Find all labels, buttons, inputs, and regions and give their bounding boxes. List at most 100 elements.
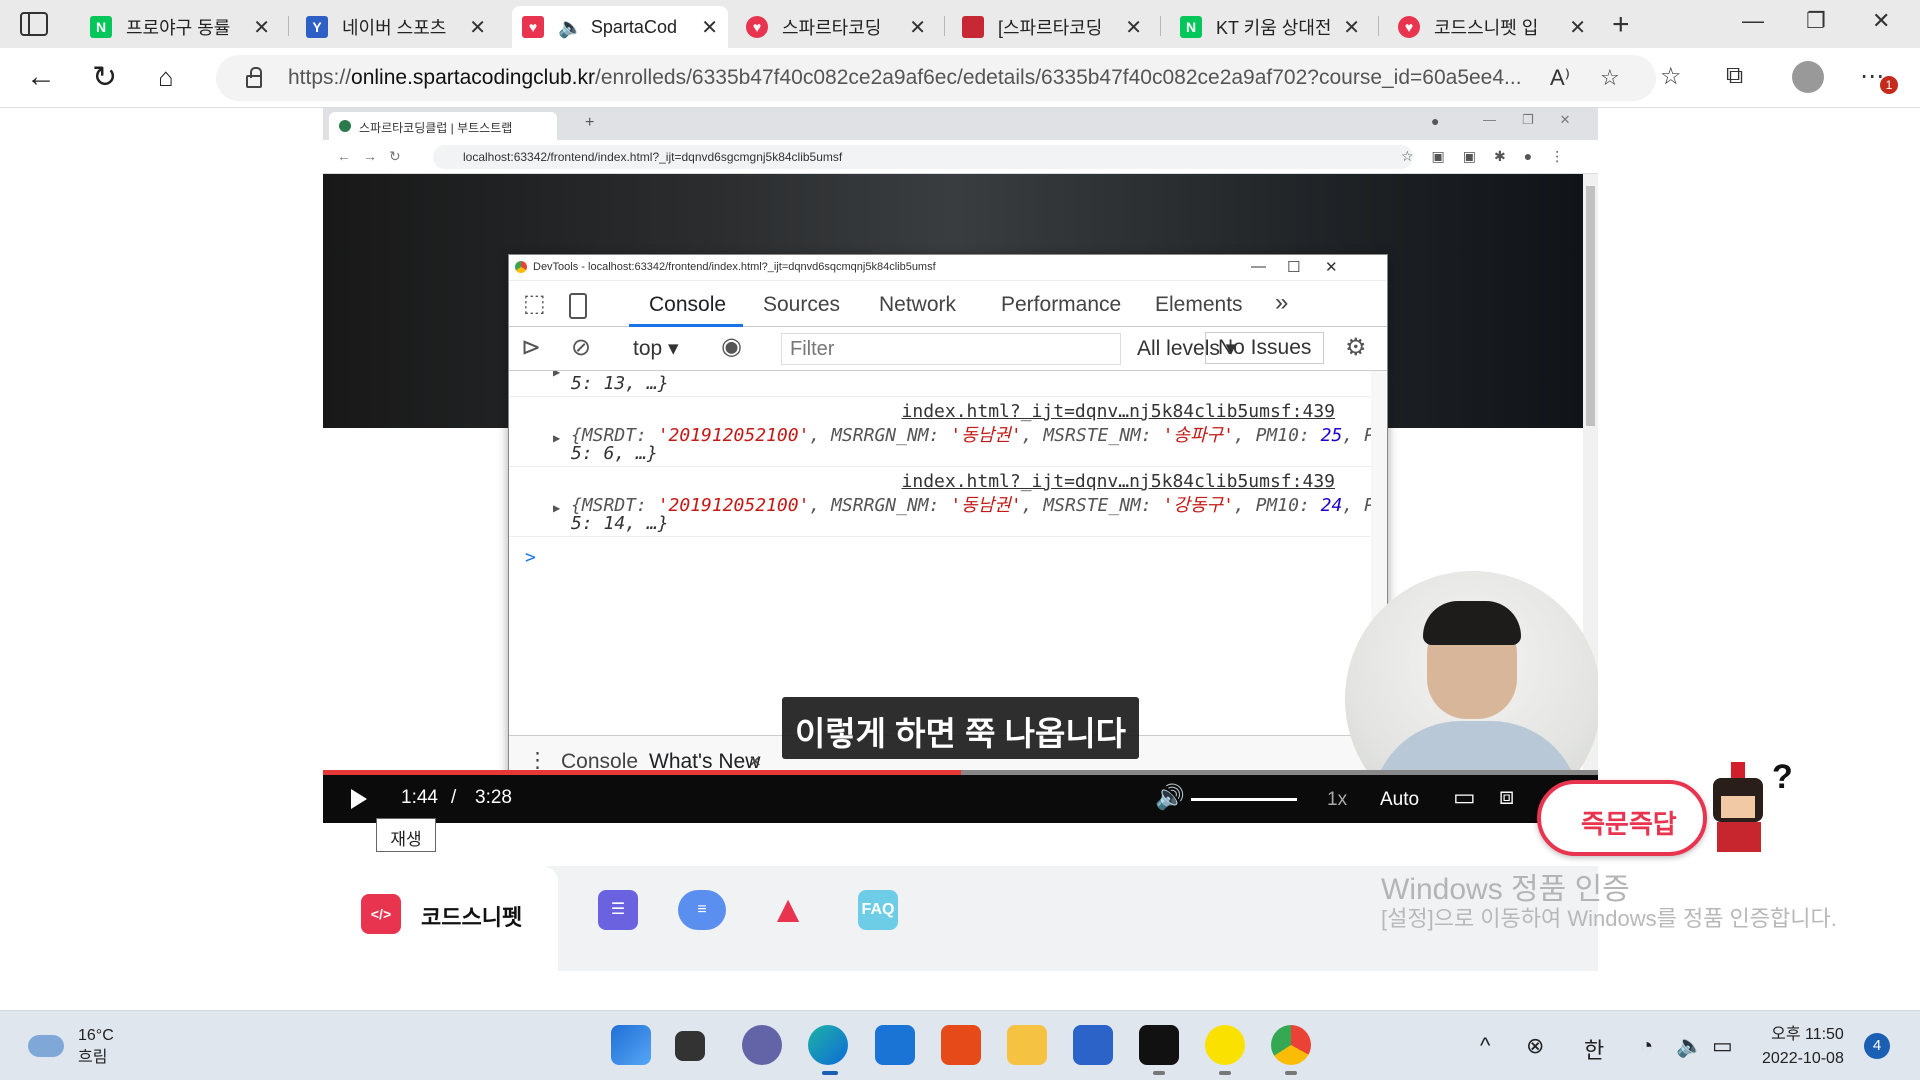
expand-arrow-icon: ▶: [553, 431, 561, 445]
minimize-icon[interactable]: —: [1742, 8, 1764, 34]
chevron-up-icon[interactable]: ^: [1480, 1033, 1490, 1059]
refresh-icon[interactable]: ↻: [92, 60, 117, 95]
ime-indicator[interactable]: 한: [1584, 1033, 1604, 1065]
close-tab-icon[interactable]: ✕: [909, 15, 926, 40]
clear-console-icon: ⊘: [571, 334, 592, 361]
quick-answer-button[interactable]: 즉문즉답: [1537, 780, 1707, 856]
mascot-hat: [1731, 762, 1745, 778]
volume-icon[interactable]: 🔊: [1155, 783, 1185, 812]
pip-icon[interactable]: ⧈: [1499, 783, 1514, 811]
quality-selector[interactable]: Auto: [1380, 789, 1419, 811]
home-icon[interactable]: ⌂: [158, 62, 174, 93]
url-text[interactable]: https://online.spartacodingclub.kr/enrol…: [288, 66, 1528, 90]
mascot-body: [1717, 822, 1761, 852]
warning-icon[interactable]: ▲: [768, 890, 808, 930]
start-icon[interactable]: [611, 1025, 651, 1065]
playback-speed[interactable]: 1x: [1327, 789, 1347, 811]
browser-tab[interactable]: ♥ 스파르타코딩 ✕: [736, 6, 936, 48]
more-tabs-icon: »: [1275, 289, 1289, 316]
weather-condition: 흐림: [78, 1049, 108, 1066]
code-snippet-logo-icon: </>: [361, 894, 401, 934]
duration: 3:28: [475, 787, 512, 808]
devtools-minimize-icon: —: [1251, 258, 1266, 275]
file-explorer-icon[interactable]: [1007, 1025, 1047, 1065]
mail-icon[interactable]: [875, 1025, 915, 1065]
pycharm-icon[interactable]: [1139, 1025, 1179, 1065]
book-icon: [962, 16, 984, 38]
console-toolbar: ⊳ ⊘ top ▾ ◉ Filter All levels ▾ No Issue…: [509, 327, 1387, 371]
browser-tab[interactable]: [스파르타코딩 ✕: [952, 6, 1152, 48]
checklist-icon[interactable]: ☰: [598, 890, 638, 930]
sidebar-toggle-icon: ⊳: [521, 334, 542, 361]
speaker-icon[interactable]: 🔈: [1676, 1033, 1703, 1059]
edge-icon[interactable]: [808, 1025, 848, 1065]
close-tab-icon[interactable]: ✕: [701, 15, 718, 40]
favorites-icon[interactable]: ☆: [1660, 62, 1682, 91]
video-chrome-omnibox: ←→↻ localhost:63342/frontend/index.html?…: [323, 140, 1598, 174]
add-favorite-icon[interactable]: ☆: [1600, 65, 1620, 91]
chrome-icon[interactable]: [1271, 1025, 1311, 1065]
snippet-brand[interactable]: </> 코드스니펫: [323, 866, 558, 971]
weather-widget[interactable]: 16°C 흐림: [78, 1025, 114, 1069]
read-aloud-icon[interactable]: A⁾: [1550, 65, 1570, 91]
close-tab-icon[interactable]: ✕: [253, 15, 270, 40]
heart-code-icon: ♥: [1398, 16, 1420, 38]
mascot-icon[interactable]: [1705, 762, 1775, 854]
store-icon[interactable]: [1073, 1025, 1113, 1065]
issues-button: No Issues: [1205, 332, 1325, 364]
video-extension-icons: ☆▣▣✱●⋮: [1401, 148, 1583, 164]
office-icon[interactable]: [941, 1025, 981, 1065]
time-separator: /: [451, 787, 457, 808]
lock-icon[interactable]: [246, 67, 262, 88]
question-mark-icon: ?: [1772, 758, 1793, 796]
close-tab-icon[interactable]: ✕: [1343, 15, 1360, 40]
address-bar-row: ← ↻ ⌂ https://online.spartacodingclub.kr…: [0, 48, 1920, 108]
video-record-icon: ●: [1431, 113, 1440, 129]
close-tab-icon[interactable]: ✕: [469, 15, 486, 40]
naver-green-icon: N: [1180, 16, 1202, 38]
video-subtitle: 이렇게 하면 쭉 나옵니다: [782, 697, 1139, 759]
browser-tab-active[interactable]: ♥ 🔈 SpartaCod ✕: [512, 6, 728, 48]
new-tab-icon[interactable]: +: [1612, 8, 1630, 42]
console-output: ▶ 5: 13, …} index.html?_ijt=dqnv…nj5k84c…: [509, 371, 1387, 735]
browser-tab[interactable]: N KT 키움 상대전 ✕: [1170, 6, 1370, 48]
system-clock[interactable]: 오후 11:50 2022-10-08: [1762, 1023, 1844, 1071]
captions-icon[interactable]: ▭: [1453, 783, 1476, 812]
volume-slider[interactable]: [1191, 798, 1297, 801]
browser-tab-strip: N 프로야구 동률 ✕ Y 네이버 스포츠 ✕ ♥ 🔈 SpartaCod ✕ …: [0, 0, 1920, 48]
close-window-icon[interactable]: ✕: [1872, 8, 1890, 34]
lecture-video[interactable]: 스파르타코딩클럽 | 부트스트랩 + ● —❐✕ ←→↻ localhost:6…: [323, 108, 1598, 823]
devtools-tab-sources: Sources: [763, 293, 841, 316]
back-arrow-icon[interactable]: ←: [26, 60, 56, 94]
video-new-tab-icon: +: [585, 114, 595, 131]
browser-tab[interactable]: N 프로야구 동률 ✕: [80, 6, 280, 48]
url-bar[interactable]: https://online.spartacodingclub.kr/enrol…: [216, 55, 1656, 101]
kakaotalk-icon[interactable]: [1205, 1025, 1245, 1065]
tab-actions-icon[interactable]: [20, 12, 48, 36]
teams-chat-icon[interactable]: [742, 1025, 782, 1065]
browser-tab[interactable]: ♥ 코드스니펫 입 ✕: [1388, 6, 1596, 48]
edge-running-indicator: [822, 1071, 838, 1075]
profile-avatar[interactable]: [1792, 61, 1824, 93]
collections-icon[interactable]: ⧉: [1726, 62, 1743, 90]
video-chrome-tab: 스파르타코딩클럽 | 부트스트랩: [329, 112, 557, 140]
restore-icon[interactable]: ❐: [1806, 8, 1826, 34]
video-window-controls: —❐✕: [1483, 112, 1597, 127]
notification-count-badge[interactable]: 4: [1864, 1033, 1890, 1059]
play-icon[interactable]: [351, 789, 367, 809]
cloud-icon[interactable]: [28, 1035, 64, 1057]
speaker-icon[interactable]: 🔈: [558, 15, 583, 40]
devtools-tab-network: Network: [879, 293, 957, 316]
devtools-maximize-icon: ☐: [1287, 259, 1301, 276]
wifi-icon[interactable]: ◔: [1640, 1033, 1653, 1059]
close-tab-icon[interactable]: ✕: [1125, 15, 1142, 40]
tab-divider: [1378, 16, 1379, 36]
browser-tab[interactable]: Y 네이버 스포츠 ✕: [296, 6, 496, 48]
battery-icon[interactable]: ▭: [1712, 1033, 1733, 1059]
close-tab-icon[interactable]: ✕: [1569, 15, 1586, 40]
tray-app-icon[interactable]: ⊗: [1526, 1033, 1544, 1059]
console-prompt-icon: >: [525, 547, 536, 568]
task-view-icon[interactable]: [675, 1031, 705, 1061]
faq-icon[interactable]: FAQ: [858, 890, 898, 930]
chat-icon[interactable]: ≡: [678, 890, 726, 930]
